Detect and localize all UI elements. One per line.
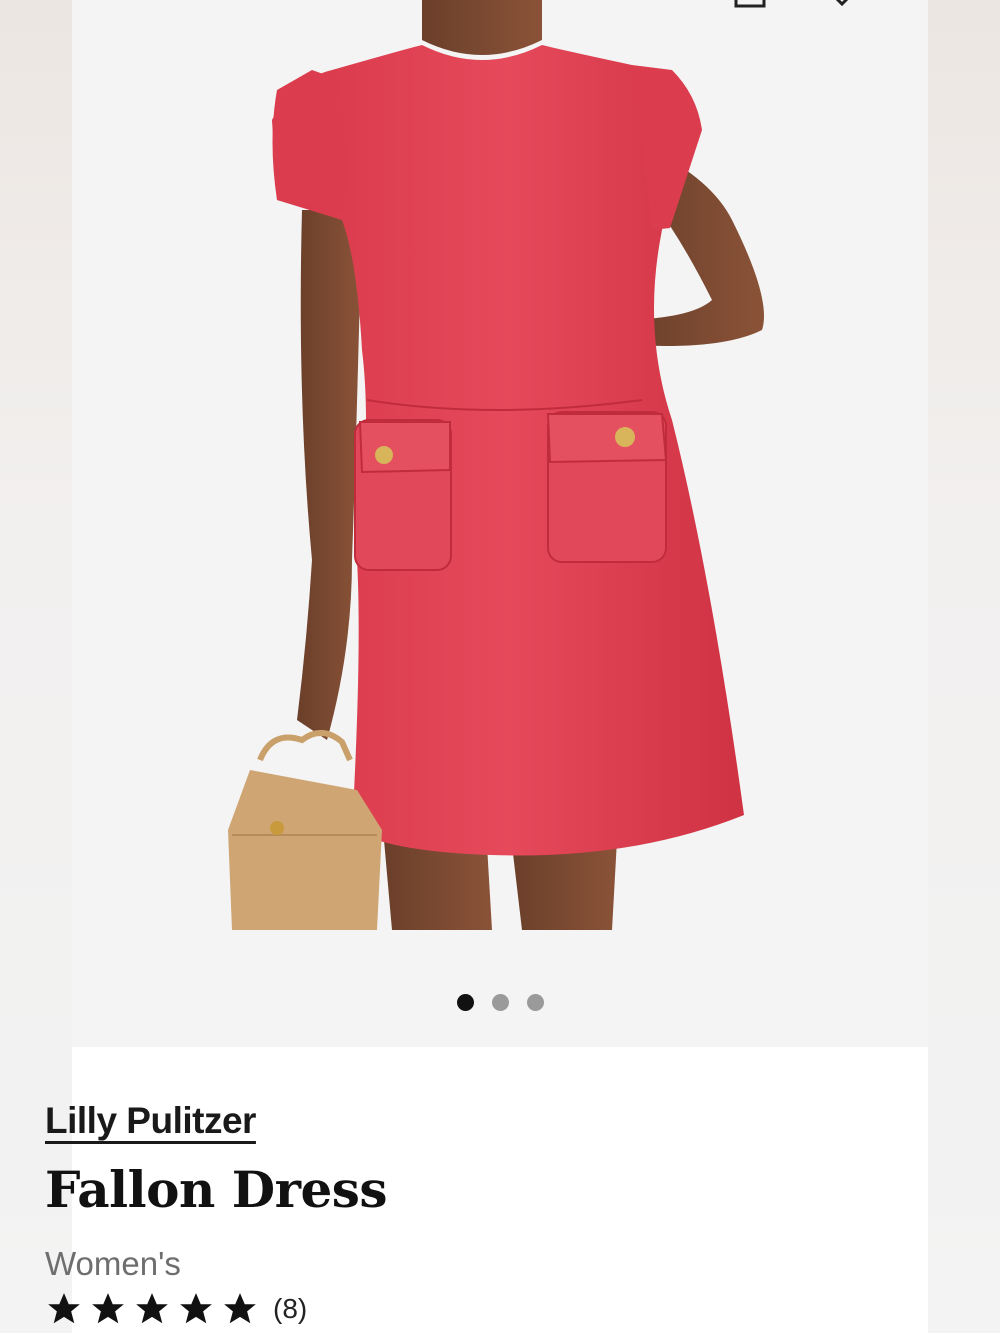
star-icon bbox=[92, 1293, 124, 1324]
rating-summary[interactable]: (8) bbox=[45, 1290, 307, 1328]
review-count[interactable]: (8) bbox=[273, 1293, 307, 1325]
product-image-carousel[interactable] bbox=[72, 0, 928, 1047]
star-icon bbox=[136, 1293, 168, 1324]
brand-link[interactable]: Lilly Pulitzer bbox=[45, 1100, 256, 1142]
carousel-dot-3[interactable] bbox=[526, 994, 544, 1011]
carousel-pagination bbox=[72, 994, 928, 1011]
star-icon bbox=[48, 1293, 80, 1324]
star-icon bbox=[180, 1293, 212, 1324]
bag-icon[interactable] bbox=[732, 0, 768, 8]
product-category: Women's bbox=[45, 1245, 181, 1282]
heart-icon[interactable] bbox=[824, 0, 860, 8]
product-photo bbox=[228, 0, 764, 930]
carousel-dot-2[interactable] bbox=[491, 994, 509, 1011]
star-icon bbox=[224, 1293, 256, 1324]
carousel-dot-1[interactable] bbox=[456, 994, 474, 1011]
backdrop-right bbox=[928, 0, 1000, 1333]
product-title: Fallon Dress bbox=[45, 1160, 388, 1219]
